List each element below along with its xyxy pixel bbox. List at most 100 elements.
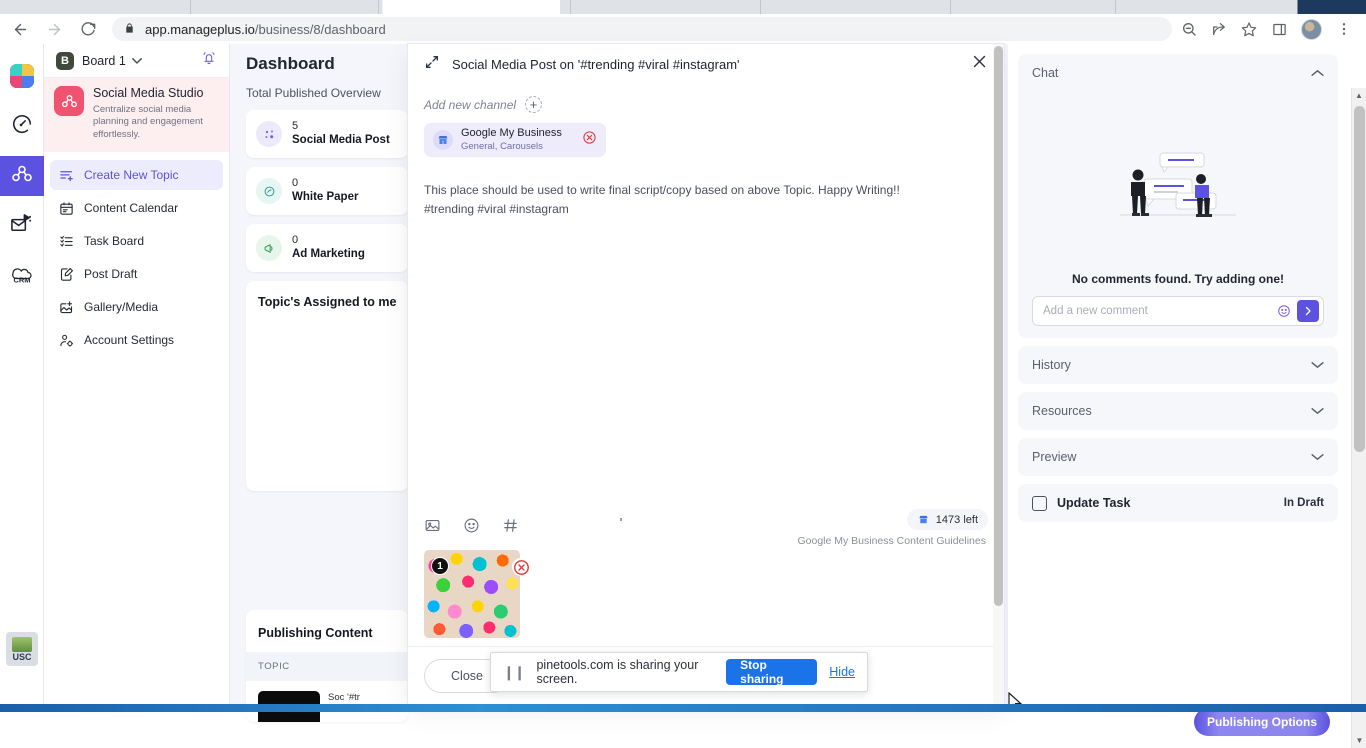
emoji-icon[interactable]	[463, 517, 480, 539]
preview-section-label: Preview	[1032, 450, 1076, 464]
rail-item-crm[interactable]: CRM	[0, 256, 44, 296]
white-paper-icon	[256, 178, 282, 204]
studio-subtitle: Centralize social media planning and eng…	[93, 104, 219, 142]
update-task-row[interactable]: Update Task In Draft	[1018, 484, 1338, 522]
back-arrow-icon[interactable]	[6, 15, 34, 43]
url-host: app.manageplus.io	[145, 22, 255, 37]
sidebar-item-label: Task Board	[84, 234, 144, 248]
stat-card-social-media-post[interactable]: 5 Social Media Post	[246, 110, 408, 158]
expand-diagonal-icon[interactable]	[424, 54, 440, 75]
add-channel-row[interactable]: Add new channel +	[424, 96, 988, 113]
send-arrow-icon[interactable]	[1297, 300, 1319, 322]
stat-label: Ad Marketing	[292, 247, 365, 262]
stat-count: 0	[292, 177, 358, 189]
ad-marketing-icon	[256, 235, 282, 261]
page-scrollbar[interactable]: ▲ ▼	[1351, 88, 1366, 748]
sidebar-item-gallery-media[interactable]: Gallery/Media	[50, 292, 223, 322]
chevron-down-icon[interactable]	[132, 56, 142, 66]
share-icon[interactable]	[1205, 15, 1233, 43]
rail-item-apps[interactable]	[0, 56, 44, 96]
stat-card-ad-marketing[interactable]: 0 Ad Marketing	[246, 224, 408, 272]
task-list-icon	[58, 233, 74, 249]
post-copy-editor[interactable]: This place should be used to write final…	[424, 181, 988, 220]
notification-bell-icon[interactable]	[201, 50, 217, 71]
channel-subtitle: General, Carousels	[461, 141, 562, 153]
chevron-up-icon[interactable]	[1311, 66, 1324, 80]
rail-item-dashboard[interactable]	[0, 106, 44, 146]
sidebar-item-create-new-topic[interactable]: Create New Topic	[50, 160, 223, 190]
channel-chip-google-my-business[interactable]: Google My Business General, Carousels	[424, 123, 606, 157]
three-dot-menu-icon[interactable]	[1330, 15, 1358, 43]
image-insert-icon[interactable]	[424, 517, 441, 539]
sidebar-item-account-settings[interactable]: Account Settings	[50, 325, 223, 355]
comment-input[interactable]	[1043, 305, 1271, 317]
sidebar-item-label: Account Settings	[84, 333, 174, 347]
sidebar: B Board 1 Social Media Studio Centralize…	[44, 44, 230, 704]
history-section-header[interactable]: History	[1018, 346, 1338, 384]
media-index-badge: 1	[431, 557, 449, 575]
dashboard-column: Dashboard Total Published Overview 5 Soc…	[230, 44, 408, 704]
scroll-down-arrow-icon[interactable]: ▼	[1352, 733, 1366, 748]
media-thumbnail[interactable]: 1	[424, 550, 520, 638]
lock-icon	[124, 22, 135, 37]
sidebar-item-label: Post Draft	[84, 267, 137, 281]
modal-scrollbar-thumb[interactable]	[994, 46, 1003, 606]
windows-taskbar	[0, 704, 1366, 712]
text-caret	[620, 518, 622, 521]
accordion-preview[interactable]: Preview	[1018, 438, 1338, 476]
sidebar-item-post-draft[interactable]: Post Draft	[50, 259, 223, 289]
modal-title: Social Media Post on '#trending #viral #…	[452, 57, 740, 72]
speedometer-icon	[11, 113, 33, 140]
publishing-options-button[interactable]: Publishing Options	[1194, 708, 1330, 736]
zoom-out-icon[interactable]	[1175, 15, 1203, 43]
accordion-history[interactable]: History	[1018, 346, 1338, 384]
close-x-icon[interactable]	[971, 53, 988, 75]
checkbox-unchecked-icon[interactable]	[1032, 496, 1047, 511]
page-scrollbar-thumb[interactable]	[1354, 106, 1365, 452]
modal-body: Add new channel + Google My Business Gen…	[408, 84, 1004, 506]
remove-circle-icon[interactable]	[512, 558, 530, 576]
reload-icon[interactable]	[74, 15, 102, 43]
stop-sharing-button[interactable]: Stop sharing	[726, 659, 817, 685]
rail-item-email-marketing[interactable]	[0, 206, 44, 246]
modal-scrollbar[interactable]	[993, 44, 1004, 704]
rail-bottom-thumbnail[interactable]: USC	[6, 632, 38, 666]
chevron-down-icon[interactable]	[1311, 404, 1324, 418]
hashtag-icon[interactable]	[502, 517, 519, 539]
resources-section-header[interactable]: Resources	[1018, 392, 1338, 430]
plus-icon[interactable]: +	[525, 96, 542, 113]
apps-grid-logo-icon	[10, 64, 34, 88]
content-guidelines-link[interactable]: Google My Business Content Guidelines	[797, 535, 988, 547]
star-icon[interactable]	[1235, 15, 1263, 43]
address-bar[interactable]: app.manageplus.io/business/8/dashboard	[112, 17, 1172, 41]
stat-label: Social Media Post	[292, 133, 390, 148]
scroll-up-arrow-icon[interactable]: ▲	[1352, 88, 1366, 103]
sidebar-item-label: Content Calendar	[84, 201, 178, 215]
crm-icon: CRM	[7, 263, 37, 290]
chat-section-header[interactable]: Chat	[1018, 54, 1338, 92]
rail-item-social-studio[interactable]	[0, 156, 44, 196]
comment-input-box[interactable]	[1032, 296, 1324, 326]
publishing-column-header: TOPIC	[246, 652, 408, 681]
emoji-icon[interactable]	[1277, 304, 1291, 318]
sidebar-item-content-calendar[interactable]: Content Calendar	[50, 193, 223, 223]
modal-header: Social Media Post on '#trending #viral #…	[408, 44, 1004, 84]
stat-label: White Paper	[292, 190, 358, 205]
preview-section-header[interactable]: Preview	[1018, 438, 1338, 476]
accordion-resources[interactable]: Resources	[1018, 392, 1338, 430]
hide-button[interactable]: Hide	[829, 665, 855, 679]
side-panel-icon[interactable]	[1265, 15, 1293, 43]
calendar-icon	[58, 200, 74, 216]
remove-circle-icon[interactable]	[582, 130, 597, 150]
stat-card-white-paper[interactable]: 0 White Paper	[246, 167, 408, 215]
google-my-business-icon	[917, 513, 930, 526]
profile-avatar-icon[interactable]	[1301, 19, 1322, 40]
board-selector[interactable]: B Board 1	[44, 44, 229, 78]
sidebar-item-task-board[interactable]: Task Board	[50, 226, 223, 256]
chevron-down-icon[interactable]	[1311, 450, 1324, 464]
editor-toolbar: 1473 left Google My Business Content Gui…	[408, 506, 1004, 550]
chevron-down-icon[interactable]	[1311, 358, 1324, 372]
browser-tab-strip[interactable]	[0, 0, 1366, 14]
forward-arrow-icon[interactable]	[40, 15, 68, 43]
create-topic-icon	[58, 167, 74, 183]
